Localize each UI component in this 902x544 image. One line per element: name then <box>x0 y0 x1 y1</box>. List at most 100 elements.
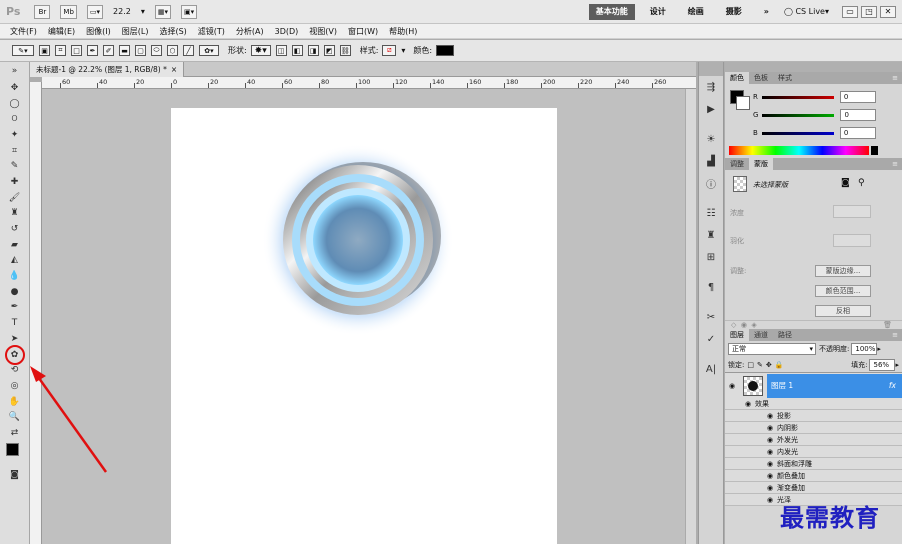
menu-filter[interactable]: 滤镜(T) <box>198 26 225 37</box>
tab-swatches[interactable]: 色板 <box>749 72 773 84</box>
paragraph-icon[interactable]: ¶ <box>699 276 723 298</box>
fx-badge[interactable]: fx <box>889 381 902 390</box>
history-panel-icon[interactable]: ⇶ <box>699 76 723 98</box>
feather-input[interactable] <box>833 234 871 247</box>
close-tab-icon[interactable]: × <box>171 65 177 74</box>
red-value[interactable]: 0 <box>839 91 876 103</box>
workspace-design[interactable]: 设计 <box>643 4 673 20</box>
shape-layers-button[interactable]: ▣ <box>39 45 50 56</box>
restore-button[interactable]: ◳ <box>861 5 877 18</box>
lock-transparency-icon[interactable]: □ <box>747 361 754 369</box>
bg-color-chip[interactable] <box>736 96 750 110</box>
navigator-icon[interactable]: ☀ <box>699 128 723 150</box>
effect-visibility-icon[interactable]: ◉ <box>763 412 777 420</box>
exclude-button[interactable]: ◩ <box>323 45 335 56</box>
effect-visibility-icon[interactable]: ◉ <box>763 484 777 492</box>
eyedropper-tool-icon[interactable]: ✎ <box>0 158 29 174</box>
link-icon[interactable]: ⛓ <box>339 45 351 56</box>
type-tool-icon[interactable]: T <box>0 315 29 331</box>
tab-masks[interactable]: 蒙版 <box>749 158 773 170</box>
tab-layers[interactable]: 图层 <box>725 329 749 341</box>
intersect-button[interactable]: ◨ <box>307 45 319 56</box>
3d-panel-icon[interactable]: ✂ <box>699 306 723 328</box>
blur-tool-icon[interactable]: 💧 <box>0 268 29 284</box>
tab-adjustments[interactable]: 调整 <box>725 158 749 170</box>
effect-visibility-icon[interactable]: ◉ <box>763 472 777 480</box>
effect-row[interactable]: ◉ 外发光 <box>725 434 902 446</box>
adjust-panel-menu-icon[interactable]: ≡ <box>892 158 902 170</box>
tab-channels[interactable]: 通道 <box>749 329 773 341</box>
paths-button[interactable]: ⌗ <box>55 45 66 56</box>
character-icon[interactable]: A| <box>699 358 723 380</box>
zoom-level[interactable]: 22.2 <box>113 7 131 16</box>
clone-source-icon[interactable]: ♜ <box>699 224 723 246</box>
panel-menu-icon[interactable]: ≡ <box>892 72 902 84</box>
blue-slider[interactable] <box>761 131 834 135</box>
rounded-rectangle-icon[interactable]: ▢ <box>135 45 146 56</box>
brush-tool-icon[interactable]: 🖌 <box>0 190 29 206</box>
selection-icon[interactable]: ◇ <box>731 321 736 329</box>
marquee-tool-icon[interactable]: ◯ <box>0 96 29 112</box>
menu-select[interactable]: 选择(S) <box>159 26 186 37</box>
close-button[interactable]: ✕ <box>880 5 896 18</box>
effects-visibility-icon[interactable]: ◉ <box>741 400 755 408</box>
effect-row[interactable]: ◉ 斜面和浮雕 <box>725 458 902 470</box>
move-tool-icon[interactable]: ✥ <box>0 80 29 96</box>
crop-tool-icon[interactable]: ⌗ <box>0 143 29 159</box>
info-icon[interactable]: ⓘ <box>699 172 723 194</box>
zoom-dropdown-icon[interactable]: ▾ <box>141 7 145 16</box>
clone-stamp-icon[interactable]: ♜ <box>0 206 29 222</box>
cslive-button[interactable]: ◯ CS Live▾ <box>784 7 829 16</box>
mask-edge-button[interactable]: 蒙版边缘... <box>815 265 871 277</box>
eye-icon[interactable]: ◉ <box>741 321 747 329</box>
layer-row[interactable]: ◉ 图层 1 fx <box>725 372 902 398</box>
menu-analysis[interactable]: 分析(A) <box>236 26 264 37</box>
menu-file[interactable]: 文件(F) <box>10 26 37 37</box>
menu-window[interactable]: 窗口(W) <box>348 26 378 37</box>
apply-icon[interactable]: ◈ <box>751 321 756 329</box>
freeform-pen-icon[interactable]: ✐ <box>103 45 114 56</box>
menu-edit[interactable]: 编辑(E) <box>48 26 75 37</box>
color-swatch[interactable] <box>436 45 455 56</box>
lasso-tool-icon[interactable]: ଠ <box>0 111 29 127</box>
tool-preset-picker[interactable]: ✎▾ <box>12 45 34 56</box>
fill-input[interactable]: 56% <box>869 358 896 371</box>
opacity-dropdown-icon[interactable]: ▸ <box>877 345 881 353</box>
layer-name-cell[interactable]: 图层 1 fx <box>767 373 902 398</box>
effect-row[interactable]: ◉ 颜色叠加 <box>725 470 902 482</box>
quick-select-tool-icon[interactable]: ✦ <box>0 127 29 143</box>
effect-row[interactable]: ◉ 内阴影 <box>725 422 902 434</box>
bridge-button[interactable]: Br <box>34 4 51 19</box>
more-workspaces-button[interactable]: » <box>757 4 776 20</box>
invert-button[interactable]: 反相 <box>815 305 871 317</box>
workspace-photography[interactable]: 摄影 <box>719 4 749 20</box>
fill-pixels-button[interactable]: □ <box>71 45 82 56</box>
subtract-button[interactable]: ◧ <box>291 45 303 56</box>
polygon-icon[interactable]: ⬡ <box>167 45 178 56</box>
minimize-button[interactable]: ▭ <box>842 5 858 18</box>
effect-visibility-icon[interactable]: ◉ <box>763 496 777 504</box>
ellipse-icon[interactable]: ⬭ <box>151 45 162 56</box>
green-slider[interactable] <box>762 113 835 117</box>
effect-row[interactable]: ◉ 投影 <box>725 410 902 422</box>
effect-visibility-icon[interactable]: ◉ <box>763 424 777 432</box>
menu-help[interactable]: 帮助(H) <box>389 26 417 37</box>
lock-position-icon[interactable]: ✥ <box>766 361 772 369</box>
brush-presets-icon[interactable]: ☷ <box>699 202 723 224</box>
layer-visibility-icon[interactable]: ◉ <box>725 382 739 390</box>
blue-value[interactable]: 0 <box>839 127 876 139</box>
lock-all-icon[interactable]: 🔒 <box>775 361 784 369</box>
workspace-essentials[interactable]: 基本功能 <box>588 3 635 20</box>
custom-shape-icon[interactable]: ✿▾ <box>199 45 219 56</box>
effect-visibility-icon[interactable]: ◉ <box>763 448 777 456</box>
layers-panel-menu-icon[interactable]: ≡ <box>892 329 902 341</box>
effect-row[interactable]: ◉ 内发光 <box>725 446 902 458</box>
pen-tool-icon-tb[interactable]: ✒ <box>0 300 29 316</box>
document-canvas[interactable] <box>171 108 557 544</box>
density-input[interactable] <box>833 205 871 218</box>
eraser-tool-icon[interactable]: ▰ <box>0 237 29 253</box>
menu-3d[interactable]: 3D(D) <box>275 27 299 36</box>
history-brush-icon[interactable]: ↺ <box>0 221 29 237</box>
effect-row[interactable]: ◉ 渐变叠加 <box>725 482 902 494</box>
tab-color[interactable]: 颜色 <box>725 72 749 84</box>
